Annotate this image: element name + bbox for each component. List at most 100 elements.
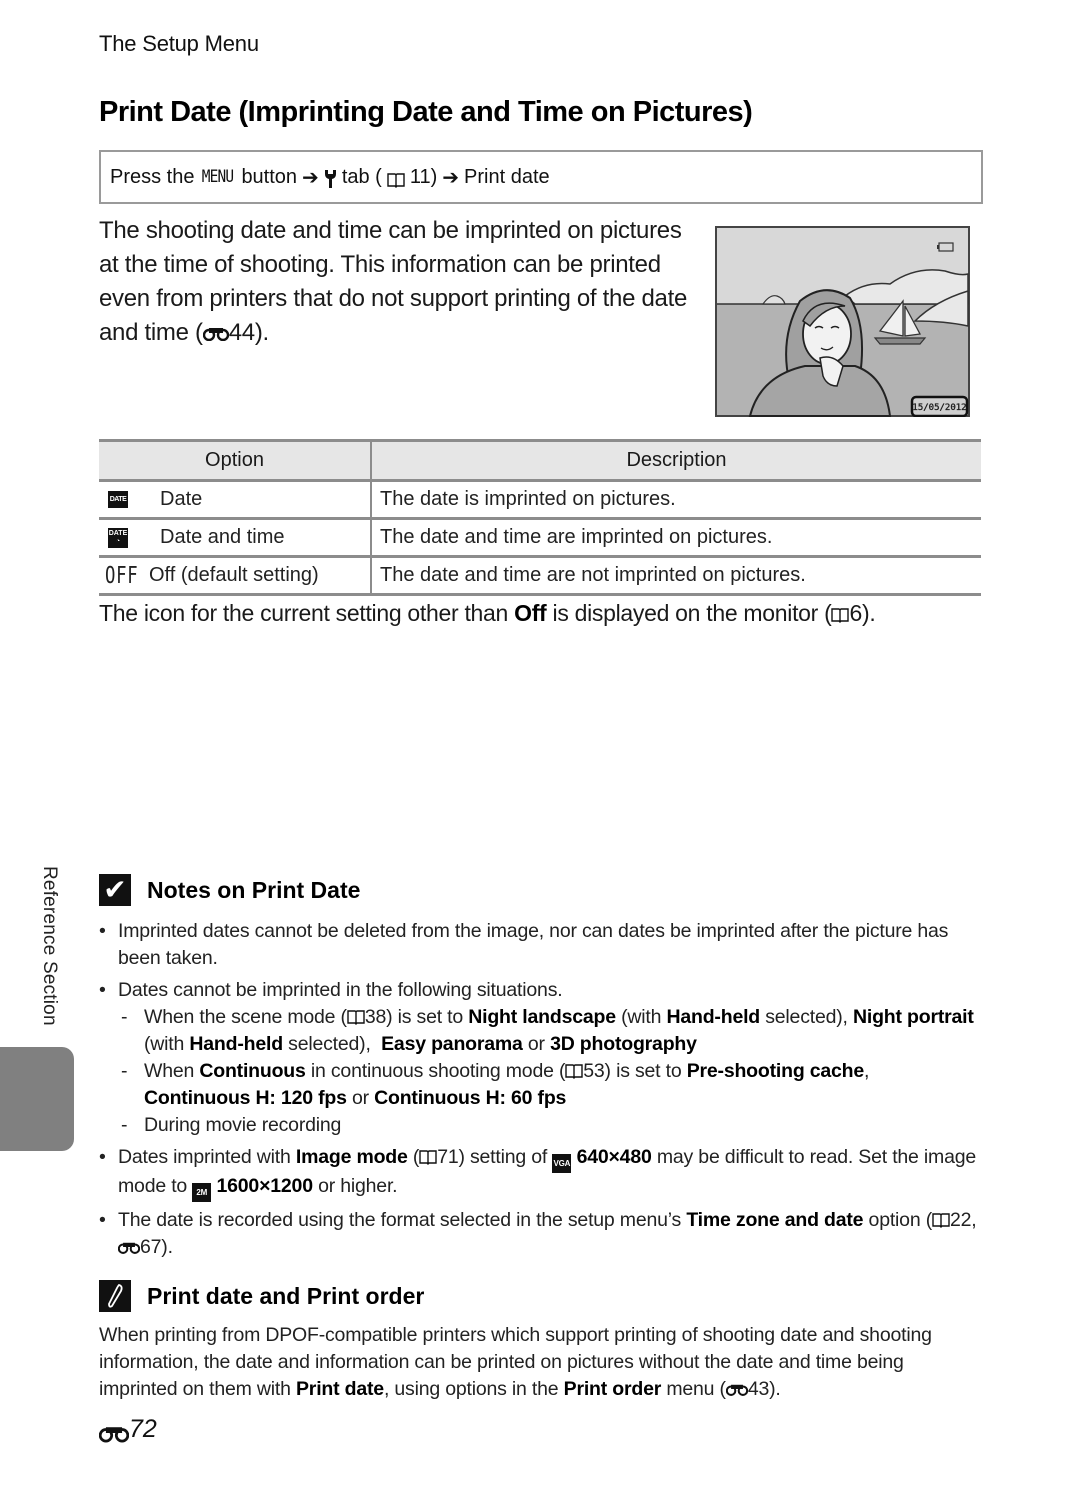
book-icon xyxy=(387,171,405,188)
text: , using options in the xyxy=(383,1378,564,1400)
note-ref: 6). xyxy=(849,600,876,626)
text: or higher. xyxy=(312,1175,398,1197)
clock-glyph: ◔ xyxy=(115,537,121,545)
text: option ( xyxy=(863,1209,933,1231)
text: ( xyxy=(407,1146,420,1168)
text: selected), xyxy=(760,1006,853,1028)
nav-press-text: Press the xyxy=(110,165,195,188)
note-item: Dates cannot be imprinted in the followi… xyxy=(99,977,979,1004)
bold-text: 3D photography xyxy=(550,1033,697,1055)
intro-paragraph: The shooting date and time can be imprin… xyxy=(99,214,699,350)
bold-text: Continuous H: 60 fps xyxy=(374,1087,567,1109)
bold-text: Hand-held xyxy=(666,1006,761,1028)
table-row: DATE ◔ Date and time The date and time ar… xyxy=(99,518,981,558)
text: When the scene mode ( xyxy=(144,1006,347,1028)
text: 43). xyxy=(747,1378,781,1400)
bold-text: Print date xyxy=(296,1378,384,1400)
bold-text: 640×480 xyxy=(576,1146,652,1168)
text: The date is recorded using the format se… xyxy=(118,1209,687,1231)
text: When xyxy=(144,1060,200,1082)
date-icon: DATE xyxy=(108,491,128,508)
book-icon xyxy=(419,1146,437,1165)
2m-image-mode-icon: 2M xyxy=(192,1183,212,1202)
bold-text: Hand-held xyxy=(189,1033,283,1055)
note-text: is displayed on the monitor ( xyxy=(546,600,832,626)
text: in continuous shooting mode ( xyxy=(305,1060,566,1082)
table-row: DATE Date The date is imprinted on pictu… xyxy=(99,480,981,520)
bold-text: Easy panorama xyxy=(381,1033,523,1055)
vga-image-mode-icon: VGA xyxy=(552,1154,572,1173)
description-cell: The date and time are not imprinted on p… xyxy=(371,556,981,596)
note-text: The icon for the current setting other t… xyxy=(99,600,515,626)
intro-text: The shooting date and time can be imprin… xyxy=(99,217,687,346)
text: selected), xyxy=(282,1033,382,1055)
option-label: Date and time xyxy=(160,526,285,548)
book-icon xyxy=(831,602,850,623)
nav-tab-text: tab ( xyxy=(341,165,382,188)
text: , xyxy=(864,1060,870,1082)
note-subitem: When the scene mode ( 38) is set to Night… xyxy=(99,1004,979,1058)
date-time-icon: DATE ◔ xyxy=(108,527,128,548)
nav-button-text: button xyxy=(241,165,298,188)
note-bold: Off xyxy=(514,600,547,626)
bold-text: Time zone and date xyxy=(686,1209,864,1231)
page-title: Print Date (Imprinting Date and Time on … xyxy=(99,96,753,128)
bold-text: Print order xyxy=(563,1378,662,1400)
text: 67). xyxy=(140,1236,173,1258)
option-cell: DATE Date xyxy=(99,480,372,520)
page-number-value: 72 xyxy=(129,1415,157,1443)
arrow-right-icon: ➔ xyxy=(442,166,460,189)
description-cell: The date is imprinted on pictures. xyxy=(371,480,981,520)
text: 22, xyxy=(950,1209,977,1231)
side-section-label: Reference Section xyxy=(39,866,60,1026)
menu-path-box: Press the MENU button ➔ tab ( 11) ➔ Prin… xyxy=(99,150,983,204)
bold-text: 1600×1200 xyxy=(216,1175,314,1197)
note-item: The date is recorded using the format se… xyxy=(99,1207,979,1261)
book-icon xyxy=(347,1006,365,1025)
intro-ref: 44). xyxy=(228,319,269,346)
notes-list: Imprinted dates cannot be deleted from t… xyxy=(99,918,979,1266)
section-header: The Setup Menu xyxy=(99,31,259,56)
option-cell: DATE ◔ Date and time xyxy=(99,518,372,558)
text: Dates imprinted with xyxy=(118,1146,296,1168)
note-item: Dates imprinted with Image mode (71) set… xyxy=(99,1144,979,1202)
text: or xyxy=(346,1087,375,1109)
current-setting-note: The icon for the current setting other t… xyxy=(99,600,876,627)
menu-button-glyph: MENU xyxy=(202,167,234,187)
text: (with xyxy=(144,1033,190,1055)
print-date-options-table: Option Description DATE Date The date is… xyxy=(99,439,981,596)
bold-text: Image mode xyxy=(295,1146,408,1168)
column-header-description: Description xyxy=(371,439,981,482)
text: 38) is set to xyxy=(364,1006,469,1028)
book-icon xyxy=(932,1209,950,1228)
page-number: 72 xyxy=(98,1415,157,1444)
book-icon xyxy=(565,1060,583,1079)
bold-text: Continuous H: 120 fps xyxy=(144,1087,347,1109)
bold-text: Night landscape xyxy=(468,1006,616,1028)
table-row: OFF Off (default setting) The date and t… xyxy=(99,556,981,596)
description-cell: The date and time are imprinted on pictu… xyxy=(371,518,981,558)
note-item: Imprinted dates cannot be deleted from t… xyxy=(99,918,979,972)
notes-heading: ✔ Notes on Print Date xyxy=(99,874,360,906)
binoculars-icon xyxy=(725,1377,749,1396)
off-icon: OFF xyxy=(105,562,139,589)
binoculars-icon xyxy=(117,1235,141,1254)
text: (with xyxy=(615,1006,667,1028)
table-header-row: Option Description xyxy=(99,439,981,482)
pencil-icon xyxy=(99,1280,131,1312)
date-time-icon-text: DATE xyxy=(108,529,128,537)
bold-text: Continuous xyxy=(199,1060,306,1082)
bold-text: Pre-shooting cache xyxy=(686,1060,865,1082)
date-stamp: 15/05/2012 xyxy=(912,403,966,413)
note-subitem: When Continuous in continuous shooting m… xyxy=(99,1058,979,1112)
arrow-right-icon: ➔ xyxy=(302,166,319,189)
text: 71) setting of xyxy=(437,1146,553,1168)
binoculars-icon xyxy=(202,317,229,342)
option-label: Off (default setting) xyxy=(149,564,319,586)
text: menu ( xyxy=(661,1378,726,1400)
nav-tab-page: 11) xyxy=(409,165,438,188)
text: or xyxy=(522,1033,551,1055)
print-order-paragraph: When printing from DPOF-compatible print… xyxy=(99,1322,979,1403)
option-label: Date xyxy=(160,488,203,510)
wrench-icon xyxy=(324,169,337,189)
